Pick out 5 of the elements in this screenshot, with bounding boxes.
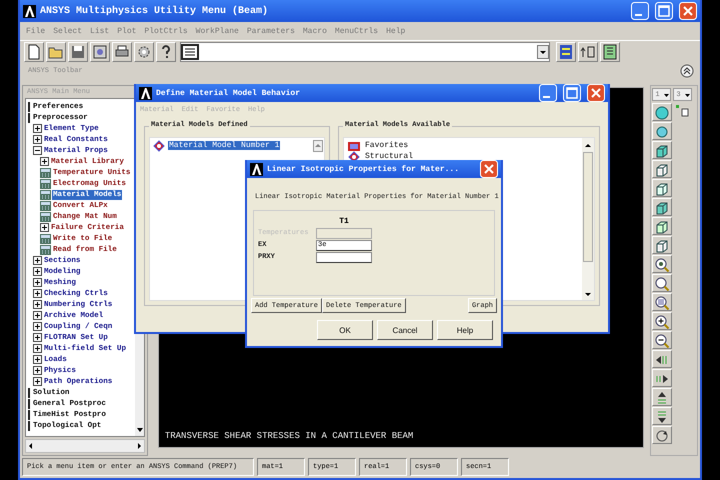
column-header: T1: [338, 216, 350, 226]
dialog-title: Define Material Model Behavior: [156, 88, 300, 98]
plot-title: TRANSVERSE SHEAR STRESSES IN A CANTILEVER BEAM: [164, 431, 414, 443]
window-title: ANSYS Multiphysics Utility Menu (Beam): [40, 6, 268, 16]
dialog-title: Linear Isotropic Properties for Mater...: [267, 164, 460, 174]
